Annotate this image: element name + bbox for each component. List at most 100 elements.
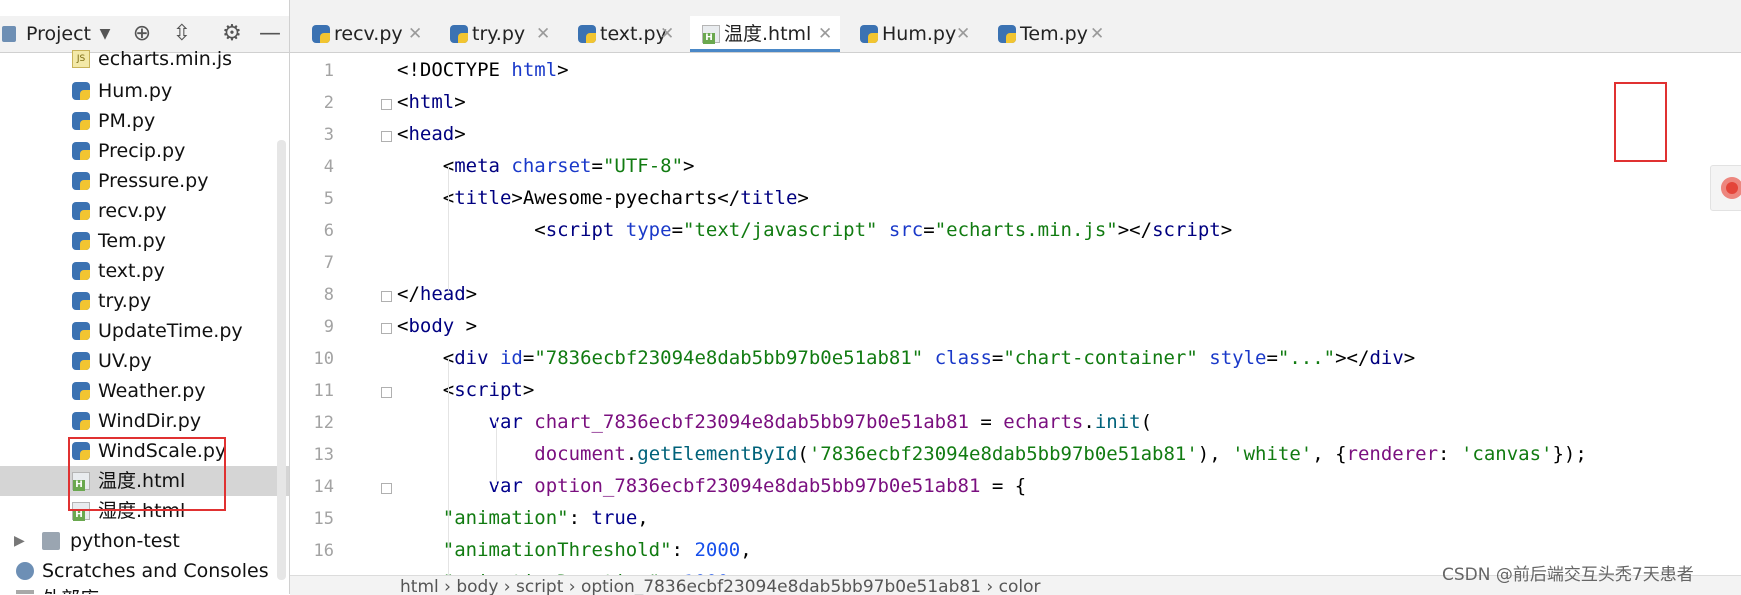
- project-scrollbar[interactable]: [277, 140, 286, 580]
- tree-item[interactable]: PM.py: [0, 106, 289, 136]
- fold-marker-icon[interactable]: [381, 387, 392, 398]
- code-token: ),: [1197, 443, 1233, 465]
- tree-item[interactable]: try.py: [0, 286, 289, 316]
- breadcrumb-item[interactable]: html: [400, 577, 439, 595]
- code-token: head: [419, 283, 466, 305]
- code-line: "animation": true,: [397, 507, 649, 529]
- code-token: div: [454, 347, 500, 369]
- editor-tab[interactable]: text.py ✕: [566, 16, 682, 52]
- fold-marker-icon[interactable]: [381, 323, 392, 334]
- fold-marker-icon[interactable]: [381, 99, 392, 110]
- project-view-icon: [2, 26, 16, 42]
- editor-tab-label: try.py: [472, 23, 526, 45]
- fold-marker-icon[interactable]: [381, 131, 392, 142]
- library-icon: [16, 590, 34, 594]
- code-token: :: [671, 539, 695, 561]
- code-token: '7836ecbf23094e8dab5bb97b0e51ab81': [808, 443, 1198, 465]
- editor-tab[interactable]: try.py ✕: [438, 16, 558, 52]
- editor-tab-label: text.py: [600, 23, 667, 45]
- tree-item[interactable]: UV.py: [0, 346, 289, 376]
- tree-item-label: try.py: [98, 290, 152, 312]
- code-token: ></: [1117, 219, 1153, 241]
- code-token: type: [625, 219, 672, 241]
- tree-item[interactable]: recv.py: [0, 196, 289, 226]
- line-gutter: 1234567891011121314151617: [290, 53, 392, 575]
- close-icon[interactable]: ✕: [660, 16, 674, 52]
- code-token: getElementById: [637, 443, 798, 465]
- breadcrumb-item[interactable]: body: [456, 577, 498, 595]
- code-token: <: [397, 219, 546, 241]
- breadcrumb-item[interactable]: option_7836ecbf23094e8dab5bb97b0e51ab81: [581, 577, 981, 595]
- tree-item[interactable]: UpdateTime.py: [0, 316, 289, 346]
- tree-item[interactable]: Precip.py: [0, 136, 289, 166]
- code-token: document: [534, 443, 626, 465]
- code-token: "animation": [442, 507, 569, 529]
- editor-tab[interactable]: 温度.html ✕: [690, 16, 840, 52]
- tree-item[interactable]: Hum.py: [0, 76, 289, 106]
- code-token: (: [797, 443, 809, 465]
- tree-item[interactable]: Scratches and Consoles: [0, 556, 289, 586]
- code-token: head: [408, 123, 455, 145]
- code-editor[interactable]: 1234567891011121314151617 <!DOCTYPE html…: [290, 53, 1741, 575]
- code-token: >: [454, 123, 466, 145]
- close-icon[interactable]: ✕: [818, 16, 832, 52]
- code-line: <body >: [397, 315, 477, 337]
- chrome-icon[interactable]: [1721, 177, 1741, 199]
- tree-item-label: UpdateTime.py: [98, 320, 243, 342]
- breadcrumb-item[interactable]: color: [999, 577, 1041, 595]
- fold-marker-icon[interactable]: [381, 291, 392, 302]
- tree-item[interactable]: WindDir.py: [0, 406, 289, 436]
- code-token: .: [625, 443, 638, 465]
- code-token: <: [397, 315, 409, 337]
- code-token: </: [397, 283, 420, 305]
- tree-item[interactable]: 外部库: [0, 584, 289, 594]
- editor-tab[interactable]: Hum.py ✕: [848, 16, 978, 52]
- line-number: 7: [323, 253, 334, 273]
- python-file-icon: [450, 25, 468, 43]
- close-icon[interactable]: ✕: [956, 16, 970, 52]
- breadcrumb-separator-icon: ›: [981, 577, 999, 595]
- tree-item[interactable]: ▶ python-test: [0, 526, 289, 556]
- tree-item-label: UV.py: [98, 350, 152, 372]
- tree-item-label: Weather.py: [98, 380, 206, 402]
- js-file-icon: JS: [72, 50, 90, 68]
- code-token: :: [1438, 443, 1461, 465]
- python-file-icon: [72, 172, 90, 190]
- breadcrumb-item[interactable]: script: [516, 577, 563, 595]
- code-line: document.getElementById('7836ecbf23094e8…: [397, 443, 1587, 465]
- code-token: option_7836ecbf23094e8dab5bb97b0e51ab81: [534, 475, 981, 497]
- code-token: <: [397, 91, 409, 113]
- code-token: class: [934, 347, 992, 369]
- tree-item[interactable]: JS echarts.min.js: [0, 44, 289, 74]
- expand-arrow-icon[interactable]: ▶: [14, 526, 25, 556]
- code-token: "animationThreshold": [442, 539, 672, 561]
- code-token: charset: [511, 155, 592, 177]
- editor-tab-label: Hum.py: [882, 23, 957, 45]
- line-number: 8: [323, 285, 334, 305]
- code-token: (: [1140, 411, 1153, 433]
- code-token: ,: [740, 539, 752, 561]
- tree-item-label: Scratches and Consoles: [42, 560, 269, 582]
- tree-item[interactable]: text.py: [0, 256, 289, 286]
- code-token: :: [568, 507, 592, 529]
- fold-marker-icon[interactable]: [381, 483, 392, 494]
- close-icon[interactable]: ✕: [536, 16, 550, 52]
- editor-tab[interactable]: recv.py ✕: [300, 16, 430, 52]
- tree-item[interactable]: Pressure.py: [0, 166, 289, 196]
- python-file-icon: [578, 25, 596, 43]
- code-token: ,: [637, 507, 649, 529]
- close-icon[interactable]: ✕: [1090, 16, 1104, 52]
- code-token: "chart-container": [1003, 347, 1210, 369]
- tree-item-label: 外部库: [42, 584, 99, 594]
- editor-tab[interactable]: Tem.py ✕: [986, 16, 1112, 52]
- tree-item[interactable]: Tem.py: [0, 226, 289, 256]
- code-token: ></: [1335, 347, 1370, 369]
- python-file-icon: [72, 82, 90, 100]
- indent-guide: [496, 421, 497, 485]
- code-token: src: [888, 219, 924, 241]
- line-number: 16: [313, 541, 334, 561]
- tree-item[interactable]: Weather.py: [0, 376, 289, 406]
- close-icon[interactable]: ✕: [408, 16, 422, 52]
